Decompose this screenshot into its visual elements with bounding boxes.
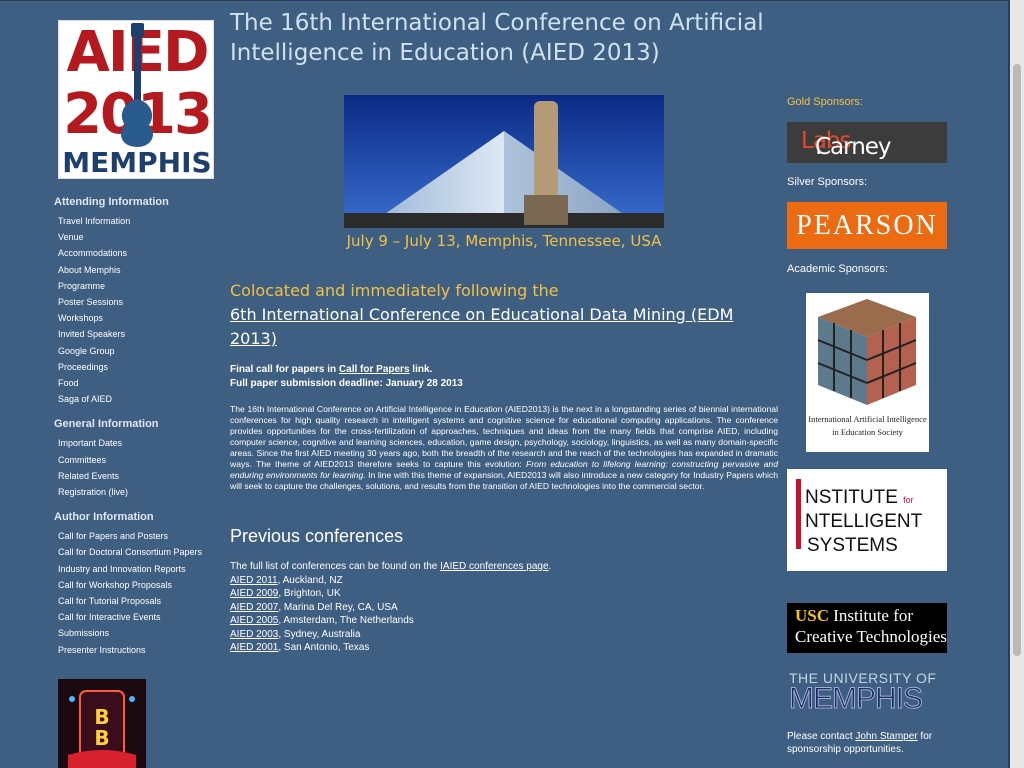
conference-description: The 16th International Conference on Art… <box>230 404 778 492</box>
aied-2003-place: , Sydney, Australia <box>278 628 361 640</box>
nav-link-related-events[interactable]: Related Events <box>58 468 224 484</box>
iaied-society-name: International Artificial Intelligence in… <box>808 414 927 437</box>
aied-2001-link[interactable]: AIED 2001 <box>230 642 278 653</box>
nav-heading-general: General Information <box>54 418 159 431</box>
aied-2011-link[interactable]: AIED 2011 <box>230 575 278 586</box>
nav-link-committees[interactable]: Committees <box>58 452 224 468</box>
call-for-papers-notice: Final call for papers in Call for Papers… <box>230 363 778 391</box>
nav-link-important-dates[interactable]: Important Dates <box>58 435 224 451</box>
left-navigation: Attending Information Travel Information… <box>54 195 224 668</box>
aied-2005-place: , Amsterdam, The Netherlands <box>278 615 414 626</box>
nav-link-venue[interactable]: Venue <box>58 229 224 245</box>
prev-intro-end: . <box>548 561 552 572</box>
iis-for: for <box>903 495 914 505</box>
iaied-society-logo[interactable]: International Artificial Intelligence in… <box>806 293 929 452</box>
iis-line-2: NTELLIGENT <box>805 511 923 532</box>
nav-link-workshops[interactable]: Workshops <box>58 310 224 326</box>
nav-link-poster-sessions[interactable]: Poster Sessions <box>58 294 224 310</box>
carney-labs-logo[interactable]: Carney Labs. <box>787 122 947 163</box>
contact-prefix: Please contact <box>787 731 856 742</box>
nav-heading-attending: Attending Information <box>54 196 169 208</box>
usc-word: USC <box>795 606 830 625</box>
edm-2013-link[interactable]: 6th International Conference on Educatio… <box>230 303 778 351</box>
rubiks-cube-icon <box>806 293 929 411</box>
nav-link-doctoral-consortium[interactable]: Call for Doctoral Consortium Papers <box>58 544 224 560</box>
nav-heading-author: Author Information <box>54 511 154 524</box>
page-title: The 16th International Conference on Art… <box>230 10 764 66</box>
logo-line-city: MEMPHIS <box>62 146 212 179</box>
ict-line-1: USC Institute for <box>795 606 913 626</box>
carney-dot: . <box>815 134 822 160</box>
aied-2007-link[interactable]: AIED 2007 <box>230 602 278 613</box>
aied-2001-place: , San Antonio, Texas <box>278 642 370 653</box>
nav-link-registration[interactable]: Registration (live) <box>58 484 224 500</box>
previous-conferences-list: The full list of conferences can be foun… <box>230 560 778 655</box>
nav-link-workshop-proposals[interactable]: Call for Workshop Proposals <box>58 577 224 593</box>
nav-link-saga-of-aied[interactable]: Saga of AIED <box>58 391 224 407</box>
svg-text:B: B <box>94 726 109 750</box>
bb-kings-neon-photo[interactable]: B B <box>58 679 146 768</box>
aied-2007-place: , Marina Del Rey, CA, USA <box>278 601 398 613</box>
cfp-suffix: link. <box>409 364 433 375</box>
iis-red-bar <box>796 479 801 549</box>
colocated-text: Colocated and immediately following the <box>230 281 559 300</box>
john-stamper-link[interactable]: John Stamper <box>855 731 917 742</box>
university-of-memphis-logo[interactable]: THE UNIVERSITY OF MEMPHIS <box>788 670 947 716</box>
nav-link-tutorial-proposals[interactable]: Call for Tutorial Proposals <box>58 593 224 609</box>
call-for-papers-link[interactable]: Call for Papers <box>339 364 410 375</box>
scrollbar-thumb[interactable] <box>1013 64 1021 656</box>
iaied-conferences-page-link[interactable]: IAIED conferences page <box>440 561 548 572</box>
vertical-scrollbar[interactable] <box>1010 0 1024 768</box>
carney-labs-wordmark: Carney Labs. <box>801 128 892 160</box>
institute-for-intelligent-systems-logo[interactable]: NSTITUTE for NTELLIGENT SYSTEMS <box>787 469 947 571</box>
iis-line-1: NSTITUTE for <box>805 487 914 509</box>
conference-dates: July 9 – July 13, Memphis, Tennessee, US… <box>346 232 662 250</box>
nav-link-presenter-instructions[interactable]: Presenter Instructions <box>58 642 224 658</box>
pearson-wordmark: PEARSON <box>796 210 938 241</box>
gold-sponsors-label: Gold Sponsors: <box>787 96 863 108</box>
submission-deadline: Full paper submission deadline: January … <box>230 378 463 389</box>
memphis-line-2: MEMPHIS <box>788 682 923 716</box>
sponsorship-contact: Please contact John Stamper for sponsors… <box>787 730 957 756</box>
nav-link-google-group[interactable]: Google Group <box>58 343 224 359</box>
silver-sponsors-label: Silver Sponsors: <box>787 176 868 188</box>
nav-link-accommodations[interactable]: Accommodations <box>58 245 224 261</box>
prev-intro: The full list of conferences can be foun… <box>230 561 441 572</box>
nav-link-food[interactable]: Food <box>58 375 224 391</box>
page-top-border <box>0 0 1010 1</box>
aied-2009-place: , Brighton, UK <box>278 588 341 599</box>
cfp-prefix: Final call for papers in <box>230 364 339 375</box>
nav-link-industry-reports[interactable]: Industry and Innovation Reports <box>58 561 224 577</box>
ict-line-2: Creative Technologies <box>795 627 947 646</box>
nav-link-travel-information[interactable]: Travel Information <box>58 213 224 229</box>
carney-word: Carney <box>815 134 892 160</box>
iis-institute: NSTITUTE <box>805 487 898 508</box>
aied-2005-link[interactable]: AIED 2005 <box>230 615 278 626</box>
memphis-pyramid-photo <box>344 95 664 228</box>
usc-ict-logo[interactable]: USC Institute for Creative Technologies <box>787 603 947 653</box>
aied-2011-place: , Auckland, NZ <box>277 574 343 586</box>
nav-link-invited-speakers[interactable]: Invited Speakers <box>58 326 224 342</box>
nav-link-about-memphis[interactable]: About Memphis <box>58 262 224 278</box>
nav-link-call-for-papers-posters[interactable]: Call for Papers and Posters <box>58 528 224 544</box>
nav-link-submissions[interactable]: Submissions <box>58 625 224 641</box>
nav-link-programme[interactable]: Programme <box>58 278 224 294</box>
previous-conferences-heading: Previous conferences <box>230 526 404 546</box>
pearson-logo[interactable]: PEARSON <box>787 202 947 249</box>
aied-2009-link[interactable]: AIED 2009 <box>230 588 278 599</box>
academic-sponsors-label: Academic Sponsors: <box>787 263 888 275</box>
aied-2013-logo[interactable]: AIED 2013 MEMPHIS <box>58 20 214 179</box>
ict-institute-for: Institute for <box>829 606 914 625</box>
iis-line-3: SYSTEMS <box>807 535 898 556</box>
nav-link-interactive-events[interactable]: Call for Interactive Events <box>58 609 224 625</box>
aied-2003-link[interactable]: AIED 2003 <box>230 629 278 640</box>
nav-link-proceedings[interactable]: Proceedings <box>58 359 224 375</box>
